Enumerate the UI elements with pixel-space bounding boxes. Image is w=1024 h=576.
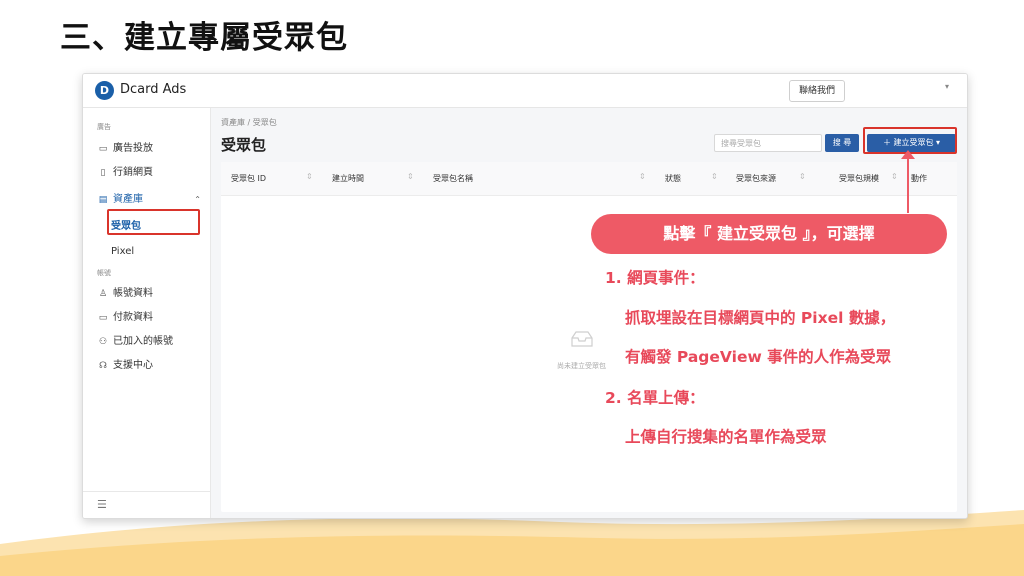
column-header-created: 建立時間 <box>332 174 364 183</box>
search-input[interactable]: 搜尋受眾包 <box>714 134 822 152</box>
callout-line: 上傳自行搜集的名單作為受眾 <box>625 428 827 446</box>
sort-icon[interactable]: ⇕ <box>891 172 898 181</box>
sidebar-item-label: 已加入的帳號 <box>113 336 173 347</box>
sidebar: 廣告 ▭ 廣告投放 ▯ 行銷網頁 ▤ 資產庫 ⌃ 受眾包 Pixel 帳號 ♙ 帳號資料… <box>83 108 211 518</box>
sidebar-item-support[interactable]: ☊ 支援中心 <box>97 358 153 374</box>
sort-icon[interactable]: ⇕ <box>306 172 313 181</box>
sidebar-item-label: 支援中心 <box>113 360 153 371</box>
column-header-actions: 動作 <box>911 174 927 183</box>
users-icon: ⚇ <box>98 337 108 347</box>
sidebar-item-label: 資產庫 <box>113 194 143 205</box>
sidebar-item-label: 帳號資料 <box>113 288 153 299</box>
sort-icon[interactable]: ⇕ <box>639 172 646 181</box>
top-bar: D Dcard Ads 聯絡我們 ▾ <box>83 74 967 108</box>
sidebar-item-asset-library[interactable]: ▤ 資產庫 ⌃ <box>97 192 201 208</box>
sidebar-item-pixel[interactable]: Pixel <box>111 244 134 260</box>
sidebar-footer: ☰ <box>83 491 210 518</box>
sidebar-item-joined-accounts[interactable]: ⚇ 已加入的帳號 <box>97 334 173 350</box>
account-menu-chevron-icon[interactable]: ▾ <box>945 82 949 91</box>
callout-line: 有觸發 PageView 事件的人作為受眾 <box>625 348 892 366</box>
user-icon: ♙ <box>98 289 108 299</box>
sidebar-item-landing-pages[interactable]: ▯ 行銷網頁 <box>97 165 153 181</box>
brand-name: Dcard Ads <box>120 82 187 97</box>
callout-line: 2. 名單上傳： <box>605 389 705 407</box>
menu-collapse-icon[interactable]: ☰ <box>97 498 107 511</box>
sidebar-item-label: 廣告投放 <box>113 143 153 154</box>
callout-pill: 點擊『 建立受眾包 』，可選擇 <box>591 214 947 254</box>
sidebar-item-account-info[interactable]: ♙ 帳號資料 <box>97 286 153 302</box>
sort-icon[interactable]: ⇕ <box>799 172 806 181</box>
page-title: 受眾包 <box>221 136 267 154</box>
column-header-name: 受眾包名稱 <box>433 174 473 183</box>
headset-icon: ☊ <box>99 361 107 371</box>
ad-icon: ▭ <box>98 144 108 154</box>
audiences-highlight-box <box>107 209 200 235</box>
callout-line: 1. 網頁事件： <box>605 269 705 287</box>
chevron-up-icon[interactable]: ⌃ <box>194 192 201 208</box>
slide-title: 三、建立專屬受眾包 <box>60 20 348 56</box>
sidebar-section-ads: 廣告 <box>97 123 111 131</box>
sidebar-item-label: 付款資料 <box>113 312 153 323</box>
column-header-source: 受眾包來源 <box>736 174 776 183</box>
callout-arrow <box>907 155 909 213</box>
column-header-status: 狀態 <box>665 174 681 183</box>
sidebar-item-label: 行銷網頁 <box>113 167 153 178</box>
list-icon: ▤ <box>98 195 108 205</box>
empty-state-text: 尚未建立受眾包 <box>557 362 606 370</box>
card-icon: ▭ <box>98 313 108 323</box>
column-header-size: 受眾包規模 <box>839 174 879 183</box>
table-header: 受眾包 ID ⇕ 建立時間 ⇕ 受眾包名稱 ⇕ 狀態 ⇕ 受眾包來源 ⇕ 受眾包… <box>221 162 957 196</box>
empty-inbox-icon <box>571 331 593 347</box>
app-window: D Dcard Ads 聯絡我們 ▾ 廣告 ▭ 廣告投放 ▯ 行銷網頁 ▤ 資產庫 ⌃… <box>82 73 968 519</box>
search-button[interactable]: 搜 尋 <box>825 134 859 152</box>
dcard-logo-icon[interactable]: D <box>95 81 114 100</box>
sidebar-item-payment[interactable]: ▭ 付款資料 <box>97 310 153 326</box>
sort-icon[interactable]: ⇕ <box>711 172 718 181</box>
phone-icon: ▯ <box>100 168 106 178</box>
sidebar-item-ads[interactable]: ▭ 廣告投放 <box>97 141 153 157</box>
column-header-id: 受眾包 ID <box>231 174 267 183</box>
sidebar-section-account: 帳號 <box>97 269 111 277</box>
callout-line: 抓取埋設在目標網頁中的 Pixel 數據， <box>625 309 896 327</box>
sort-icon[interactable]: ⇕ <box>407 172 414 181</box>
breadcrumb: 資產庫 / 受眾包 <box>221 118 277 127</box>
contact-us-button[interactable]: 聯絡我們 <box>789 80 845 102</box>
